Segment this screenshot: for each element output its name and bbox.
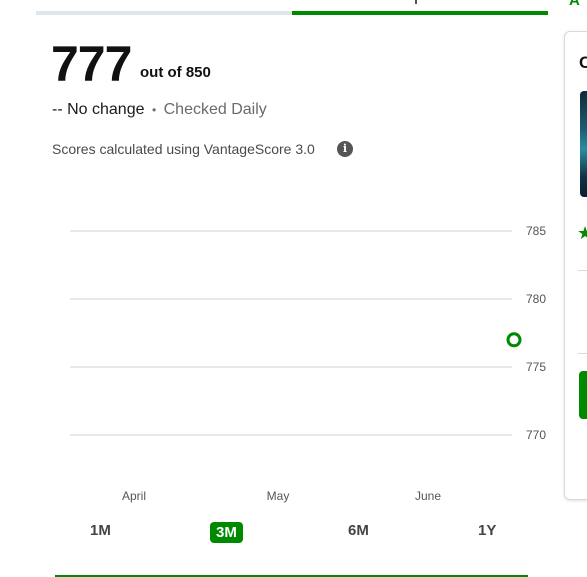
y-tick-label: 780	[526, 292, 546, 306]
score-data-point[interactable]	[506, 332, 522, 348]
y-tick-label: 770	[526, 428, 546, 442]
offer-divider	[578, 270, 587, 271]
tab-underline-inactive	[36, 11, 292, 15]
offer-card-title-peek: C	[579, 53, 587, 72]
range-1y-button[interactable]: 1Y	[478, 522, 496, 539]
info-icon[interactable]: i	[337, 141, 353, 157]
score-history-chart: 785 780 775 770 April May June	[70, 224, 546, 503]
offer-divider	[578, 353, 587, 354]
x-tick-label: May	[267, 489, 290, 503]
range-1m-button[interactable]: 1M	[90, 522, 111, 539]
credit-score-value: 777	[51, 36, 132, 92]
tab-marker	[415, 0, 417, 4]
score-change-text: -- No change	[52, 101, 145, 118]
range-6m-button[interactable]: 6M	[348, 522, 369, 539]
y-tick-label: 785	[526, 224, 546, 238]
range-3m-button[interactable]: 3M	[210, 522, 243, 543]
score-change-line: -- No change • Checked Daily	[52, 101, 267, 119]
score-model-note: Scores calculated using VantageScore 3.0	[52, 141, 315, 157]
tab-label-peek[interactable]: A	[569, 0, 580, 9]
x-tick-label: April	[122, 489, 146, 503]
offer-card-image	[580, 91, 587, 197]
star-icon: ★	[577, 223, 587, 243]
y-tick-label: 775	[526, 360, 546, 374]
check-frequency: Checked Daily	[163, 101, 267, 118]
separator-dot: •	[151, 103, 157, 117]
tab-underline-active	[292, 11, 548, 15]
offer-cta-button[interactable]	[579, 371, 587, 419]
x-tick-label: June	[415, 489, 441, 503]
score-max-label: out of 850	[140, 64, 211, 81]
